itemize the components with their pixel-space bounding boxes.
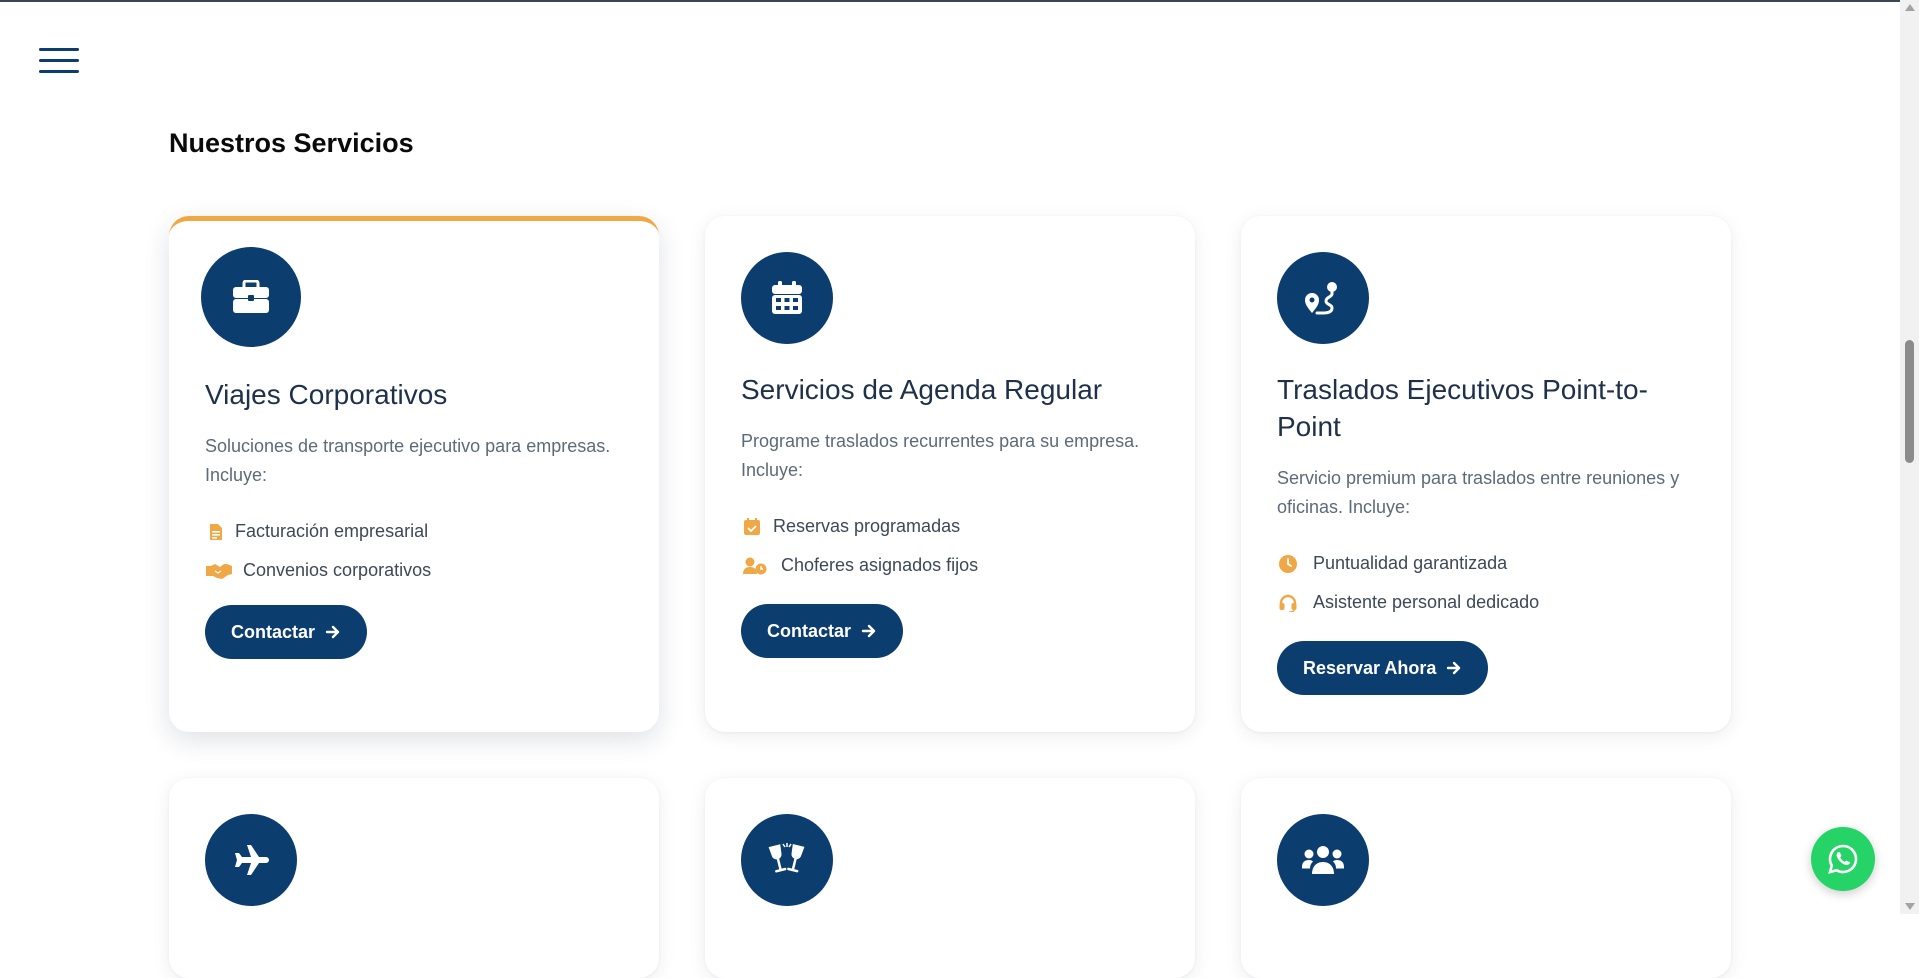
feature-list: Facturación empresarial Convenios corpor… — [205, 512, 639, 590]
service-card-airport — [169, 778, 659, 978]
feature-list: Reservas programadas Choferes asignados … — [741, 507, 1175, 585]
user-clock-icon — [741, 555, 769, 577]
handshake-icon — [205, 560, 233, 582]
menu-line — [39, 59, 79, 62]
menu-line — [39, 70, 79, 73]
arrow-right-icon — [325, 625, 340, 639]
feature-label: Puntualidad garantizada — [1313, 553, 1508, 573]
contact-button[interactable]: Contactar — [741, 604, 904, 658]
contact-button[interactable]: Contactar — [205, 605, 368, 659]
list-item: Convenios corporativos — [205, 551, 639, 590]
briefcase-icon — [201, 247, 301, 347]
champagne-glasses-icon — [741, 814, 833, 906]
scrollbar-thumb[interactable] — [1905, 340, 1914, 463]
menu-line — [39, 48, 79, 51]
list-item: Asistente personal dedicado — [1277, 583, 1711, 622]
list-item: Choferes asignados fijos — [741, 546, 1175, 585]
service-card-regular-schedule: Servicios de Agenda Regular Programe tra… — [705, 216, 1195, 732]
card-description: Programe traslados recurrentes para su e… — [741, 431, 1140, 480]
list-item: Puntualidad garantizada — [1277, 544, 1711, 583]
invoice-icon — [205, 521, 227, 543]
card-description: Servicio premium para traslados entre re… — [1277, 468, 1680, 517]
button-label: Reservar Ahora — [1303, 657, 1437, 678]
plane-icon — [205, 814, 297, 906]
card-description: Soluciones de transporte ejecutivo para … — [205, 436, 611, 485]
book-now-button[interactable]: Reservar Ahora — [1277, 641, 1489, 695]
feature-label: Convenios corporativos — [243, 560, 432, 580]
whatsapp-button[interactable] — [1811, 827, 1875, 891]
section-title: Nuestros Servicios — [169, 128, 414, 158]
feature-label: Facturación empresarial — [235, 521, 429, 541]
scroll-up-arrow-icon[interactable] — [1905, 4, 1915, 11]
button-label: Contactar — [767, 620, 852, 641]
card-title: Viajes Corporativos — [205, 379, 448, 410]
arrow-right-icon — [1447, 661, 1461, 675]
users-icon — [1277, 814, 1369, 906]
whatsapp-icon — [1828, 844, 1858, 874]
headset-icon — [1277, 592, 1299, 614]
scrollbar[interactable] — [1900, 0, 1919, 914]
route-icon — [1277, 252, 1369, 344]
feature-label: Asistente personal dedicado — [1313, 592, 1540, 612]
calendar-check-icon — [741, 516, 763, 538]
card-title: Servicios de Agenda Regular — [741, 374, 1103, 405]
service-card-point-to-point: Traslados Ejecutivos Point-to-Point Serv… — [1241, 216, 1731, 732]
arrow-right-icon — [861, 624, 876, 638]
hamburger-menu-icon[interactable] — [39, 46, 79, 76]
feature-list: Puntualidad garantizada Asistente person… — [1277, 544, 1711, 622]
card-title: Traslados Ejecutivos Point-to-Point — [1277, 374, 1648, 442]
list-item: Reservas programadas — [741, 507, 1175, 546]
service-card-corporate: Viajes Corporativos Soluciones de transp… — [169, 216, 659, 732]
clock-icon — [1277, 553, 1299, 575]
service-card-events — [705, 778, 1195, 978]
button-label: Contactar — [231, 621, 316, 642]
top-border — [0, 0, 1900, 2]
feature-label: Reservas programadas — [773, 516, 961, 536]
calendar-icon — [741, 252, 833, 344]
list-item: Facturación empresarial — [205, 512, 639, 551]
feature-label: Choferes asignados fijos — [781, 555, 979, 575]
scroll-down-arrow-icon[interactable] — [1905, 903, 1915, 910]
service-card-groups — [1241, 778, 1731, 978]
